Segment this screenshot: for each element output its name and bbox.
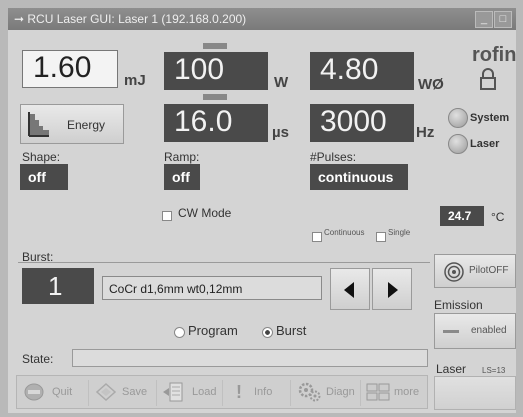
program-radio-label: Program (188, 323, 238, 338)
avg-power-unit: WØ (418, 76, 444, 93)
single-checkbox[interactable] (376, 229, 386, 247)
shape-label: Shape: (22, 150, 61, 164)
temperature-readout: 24.7 (440, 206, 484, 226)
emission-button-label: enabled (471, 325, 507, 336)
pulses-label: #Pulses: (310, 150, 357, 164)
energy-button-label: Energy (67, 118, 106, 132)
program-radio[interactable] (174, 325, 185, 343)
window-title: ➞ RCU Laser GUI: Laser 1 (192.168.0.200) (14, 12, 247, 26)
pulse-width-unit: µs (272, 124, 289, 141)
laser-label: Laser (436, 362, 467, 376)
stop-sign-icon (24, 383, 44, 406)
temperature-unit: °C (491, 210, 505, 224)
load-label: Load (192, 386, 217, 398)
cw-mode-label: CW Mode (178, 206, 232, 220)
toolbar-divider (156, 380, 157, 406)
energy-graph-icon (27, 110, 51, 143)
load-document-icon (162, 382, 184, 407)
pulse-width-readout[interactable]: 16.0 (164, 104, 268, 142)
lock-icon[interactable] (480, 68, 496, 90)
burst-radio-label: Burst (276, 323, 307, 338)
quit-label: Quit (52, 386, 73, 398)
laser-status-led (448, 134, 468, 154)
energy-unit: mJ (124, 72, 146, 89)
load-button[interactable]: Load (160, 378, 220, 406)
toolbar-divider (88, 380, 89, 406)
single-label: Single (388, 228, 411, 237)
laser-id: LS=13 (482, 366, 506, 375)
info-label: Info (254, 386, 273, 398)
program-name-field[interactable]: CoCr d1,6mm wt0,12mm (102, 276, 322, 300)
cw-mode-checkbox[interactable] (162, 208, 172, 226)
burst-value[interactable]: 1 (22, 268, 94, 304)
save-button[interactable]: Save (92, 378, 154, 406)
power-unit: W (274, 74, 289, 91)
more-grid-icon (366, 383, 390, 406)
frequency-readout[interactable]: 3000 (310, 104, 414, 142)
frequency-unit: Hz (416, 124, 435, 141)
previous-button[interactable] (330, 268, 370, 310)
rofin-logo: rofin (472, 44, 517, 66)
continuous-checkbox[interactable] (312, 229, 322, 247)
system-status-led (448, 108, 468, 128)
title-bar: ➞ RCU Laser GUI: Laser 1 (192.168.0.200)… (8, 8, 516, 30)
system-status-label: System (470, 112, 510, 124)
pulses-value[interactable]: continuous (310, 164, 408, 190)
laser-status-label: Laser (470, 138, 500, 150)
continuous-label: Continuous (324, 228, 365, 237)
toolbar-divider (222, 380, 223, 406)
pilot-button[interactable]: PilotOFF (434, 254, 516, 288)
state-field (72, 349, 428, 367)
diagn-button[interactable]: Diagn (296, 378, 358, 406)
target-icon (443, 261, 465, 288)
power-lock-indicator (203, 43, 227, 49)
shape-value[interactable]: off (20, 164, 68, 190)
arrow-left-icon (342, 281, 356, 304)
emission-indicator-icon (443, 330, 459, 333)
burst-radio[interactable] (262, 325, 273, 343)
energy-readout: 1.60 (22, 50, 118, 88)
more-label: more (394, 386, 420, 398)
laser-button[interactable] (434, 376, 516, 410)
diagn-label: Diagn (326, 386, 355, 398)
energy-button[interactable]: Energy (20, 104, 124, 144)
power-readout[interactable]: 100 (164, 52, 268, 90)
emission-button[interactable]: enabled (434, 313, 516, 349)
avg-power-readout: 4.80 (310, 52, 414, 90)
gears-icon (298, 382, 322, 407)
save-diamond-icon (95, 382, 117, 406)
pilot-button-label: PilotOFF (469, 265, 509, 276)
ramp-value[interactable]: off (164, 164, 200, 190)
minimize-button[interactable]: _ (475, 11, 493, 28)
toolbar-divider (360, 380, 361, 406)
more-button[interactable]: more (364, 378, 426, 406)
state-label: State: (22, 352, 54, 366)
pulse-width-lock-indicator (203, 94, 227, 100)
save-label: Save (122, 386, 148, 398)
title-arrow-icon: ➞ (14, 12, 28, 26)
quit-button[interactable]: Quit (20, 378, 86, 406)
next-button[interactable] (372, 268, 412, 310)
ramp-label: Ramp: (164, 150, 200, 164)
info-button[interactable]: ! Info (228, 378, 286, 406)
maximize-button[interactable]: □ (494, 11, 512, 28)
emission-label: Emission (434, 298, 483, 312)
exclamation-icon: ! (236, 382, 242, 402)
arrow-right-icon (386, 281, 400, 304)
toolbar-divider (290, 380, 291, 406)
